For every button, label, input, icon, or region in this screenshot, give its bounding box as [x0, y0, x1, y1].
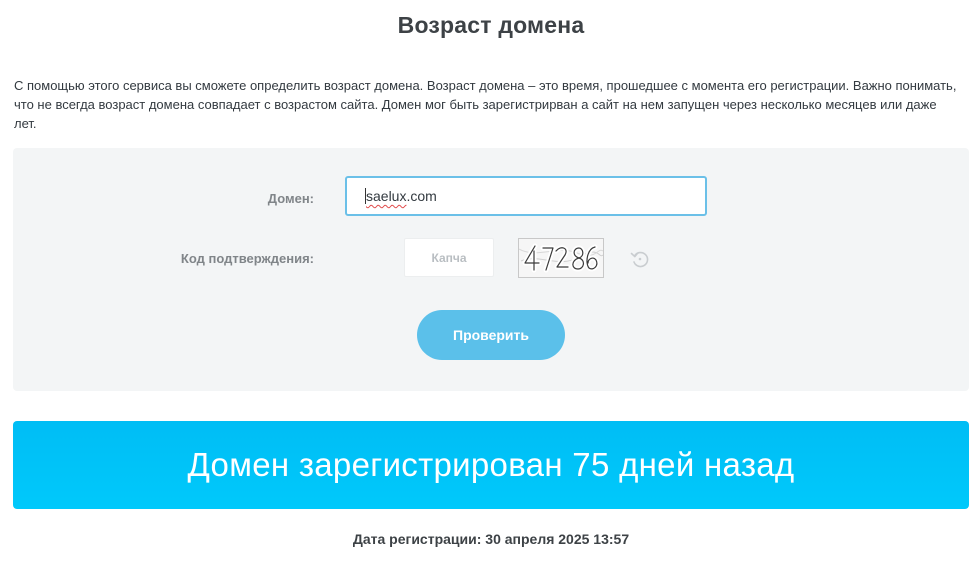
page-title: Возраст домена: [397, 12, 585, 38]
domain-age-form: Домен: saelux.com Код подтверждения: Кап…: [13, 148, 969, 391]
domain-input-value: saelux.com: [365, 188, 437, 204]
check-button[interactable]: Проверить: [417, 310, 565, 360]
page: Возраст домена С помощью этого сервиса в…: [0, 0, 972, 568]
domain-value-spellcheck: saelux: [366, 188, 407, 204]
refresh-icon-graphic: [630, 251, 649, 268]
captcha-label: Код подтверждения:: [180, 251, 314, 266]
captcha-input[interactable]: [404, 238, 494, 277]
result-banner: Домен зарегистрирован 75 дней назад: [13, 421, 969, 509]
domain-value-suffix: .com: [406, 188, 437, 204]
captcha-image: [518, 238, 604, 278]
domain-label: Домен:: [267, 191, 314, 206]
service-description: С помощью этого сервиса вы сможете опред…: [14, 78, 957, 131]
refresh-icon[interactable]: [629, 248, 651, 270]
registration-date: Дата регистрации: 30 апреля 2025 13:57: [352, 531, 630, 547]
captcha-image-graphic: [519, 239, 603, 277]
result-headline: Домен зарегистрирован 75 дней назад: [187, 446, 795, 483]
